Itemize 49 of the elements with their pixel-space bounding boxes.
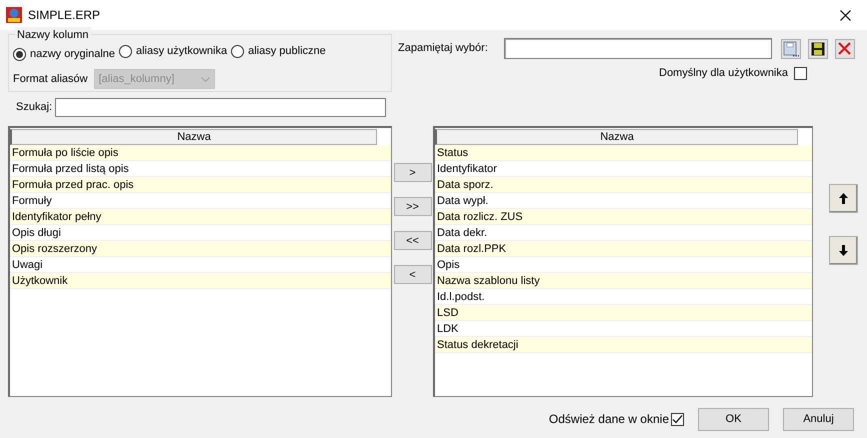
search-field[interactable]: [55, 98, 386, 117]
delete-button[interactable]: [834, 38, 855, 58]
list-row[interactable]: Data rozl.PPK: [435, 241, 812, 257]
column-header[interactable]: Nazwa: [435, 129, 798, 145]
list-row[interactable]: Identyfikator pełny: [10, 209, 391, 225]
list-row[interactable]: Formuła po liście opis: [10, 145, 391, 161]
ok-button[interactable]: OK: [698, 408, 769, 430]
radio-button[interactable]: [13, 48, 26, 61]
default-for-user-label: Domyślny dla użytkownika: [659, 66, 788, 81]
transfer-button[interactable]: <: [394, 265, 432, 284]
alias-format-label: Format aliasów: [13, 72, 88, 87]
group-legend: Nazwy kolumn: [15, 27, 91, 44]
save-button[interactable]: [808, 38, 828, 58]
refresh-checkbox[interactable]: [671, 412, 684, 426]
list-row[interactable]: Formuła przed prac. opis: [10, 177, 391, 193]
save-as-button[interactable]: [780, 38, 801, 58]
window-title: SIMPLE.ERP: [28, 7, 100, 24]
delete-icon: [838, 42, 852, 55]
radio-button[interactable]: [231, 44, 244, 58]
save-choice-label: Zapamiętaj wybór:: [398, 41, 488, 56]
search-label: Szukaj:: [16, 100, 52, 116]
cancel-button[interactable]: Anuluj: [783, 408, 854, 430]
radio-button[interactable]: [119, 44, 132, 58]
list-row[interactable]: Status: [435, 145, 812, 161]
close-button[interactable]: [838, 8, 853, 22]
list-row[interactable]: Status dekretacji: [435, 337, 812, 353]
column-header[interactable]: Nazwa: [10, 129, 377, 145]
radio-label: aliasy publiczne: [248, 44, 326, 59]
save-choice-field[interactable]: [504, 38, 772, 59]
move-up-button[interactable]: [829, 184, 858, 213]
arrow-down-icon: [839, 245, 848, 256]
chevron-icon: [200, 76, 210, 82]
list-row[interactable]: Użytkownik: [10, 273, 391, 289]
list-row[interactable]: LSD: [435, 305, 812, 321]
refresh-label: Odśwież dane w oknie: [548, 411, 669, 428]
radio-label: nazwy oryginalne: [30, 47, 115, 62]
transfer-button[interactable]: >>: [394, 197, 432, 216]
list-row[interactable]: Data sporz.: [435, 177, 812, 193]
close-icon: [840, 10, 851, 20]
transfer-button[interactable]: <<: [394, 231, 432, 250]
list-row[interactable]: Data rozlicz. ZUS: [435, 209, 812, 225]
move-down-button[interactable]: [829, 236, 858, 265]
transfer-button[interactable]: >: [394, 163, 432, 182]
default-for-user-checkbox[interactable]: [794, 66, 807, 80]
app-icon: [6, 7, 22, 23]
list-row[interactable]: Nazwa szablonu listy: [435, 273, 812, 289]
radio-label: aliasy użytkownika: [136, 44, 228, 59]
arrow-up-icon: [839, 193, 848, 204]
list-row[interactable]: Opis rozszerzony: [10, 241, 391, 257]
